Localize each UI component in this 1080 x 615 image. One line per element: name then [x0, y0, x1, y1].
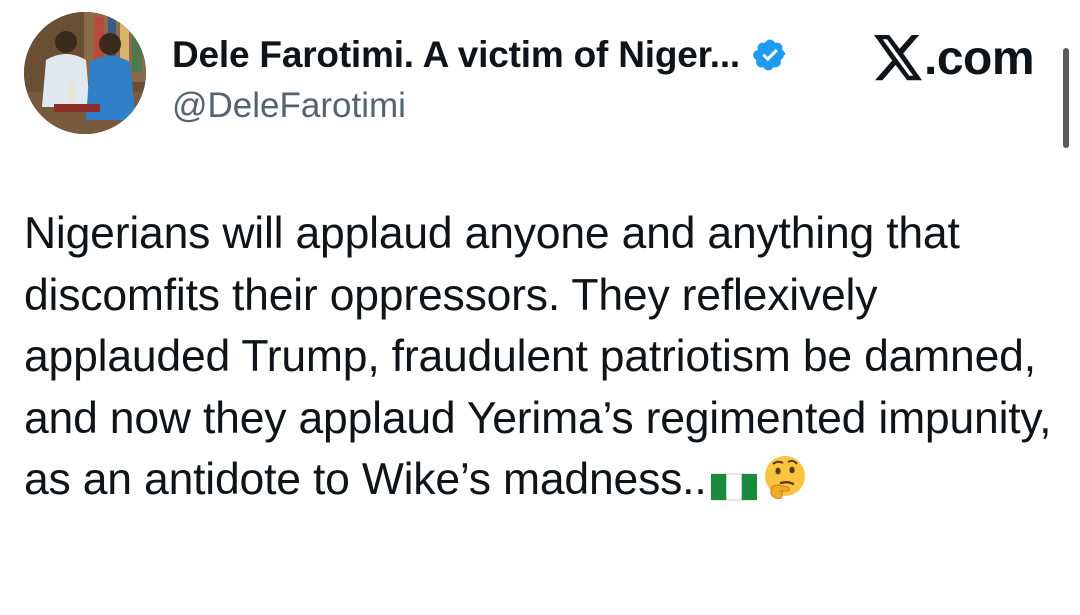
author-handle[interactable]: @DeleFarotimi: [172, 86, 406, 126]
verified-badge-icon: [752, 37, 788, 73]
x-logo-icon: [874, 35, 922, 81]
brand-domain-text: .com: [924, 31, 1035, 85]
author-display-name[interactable]: Dele Farotimi. A victim of Niger...: [172, 34, 740, 76]
tweet-header: Dele Farotimi. A victim of Niger... @Del…: [24, 12, 1064, 137]
tweet-body: Nigerians will applaud anyone and anythi…: [24, 209, 1052, 504]
x-watermark: .com: [874, 30, 1035, 86]
nigeria-flag-icon: [710, 457, 757, 519]
thinking-face-icon: [761, 454, 809, 519]
scrollbar[interactable]: [1063, 48, 1069, 148]
avatar[interactable]: [24, 12, 146, 134]
author-name-row: Dele Farotimi. A victim of Niger...: [172, 26, 788, 84]
tweet-text: Nigerians will applaud anyone and anythi…: [24, 203, 1054, 519]
profile-avatar: [24, 12, 146, 134]
tweet-card: Dele Farotimi. A victim of Niger... @Del…: [0, 0, 1080, 615]
